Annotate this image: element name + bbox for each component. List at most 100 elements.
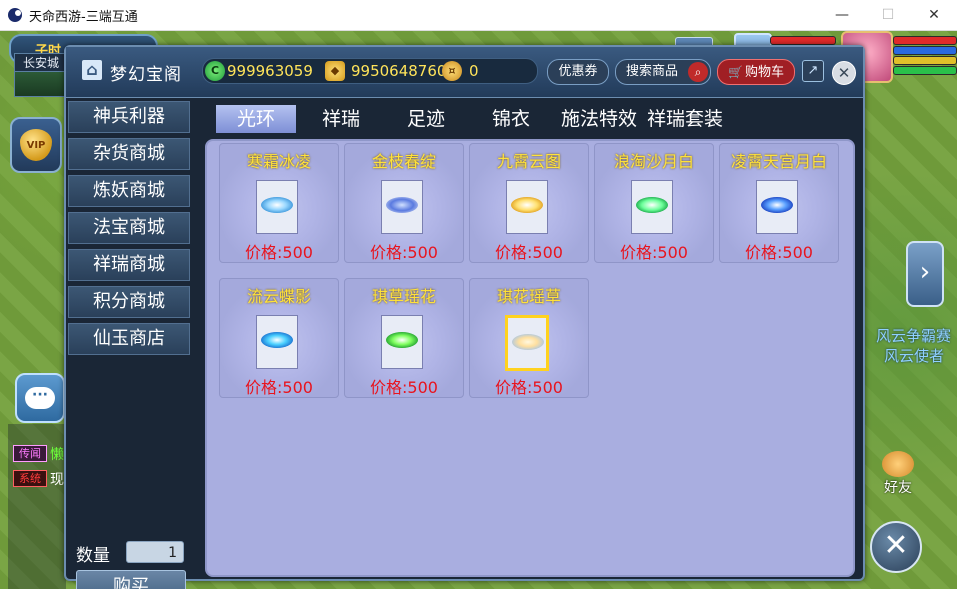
halo-icon (512, 334, 544, 350)
category-item[interactable]: 杂货商城 (68, 138, 190, 170)
item-price: 价格:500 (495, 243, 563, 262)
item-slot[interactable] (381, 180, 423, 234)
tab-outfit[interactable]: 锦衣 (466, 105, 556, 133)
item-slot[interactable] (506, 180, 548, 234)
search-label: 搜索商品 (626, 64, 679, 79)
item-card[interactable]: 凌霄天宫月白 价格:500 (719, 143, 839, 263)
halo-icon (261, 197, 293, 213)
player-hp-bar (893, 36, 957, 45)
shop-close-button[interactable]: ✕ (832, 61, 856, 85)
search-button[interactable]: 搜索商品 ⌕ (615, 59, 711, 85)
expand-arrow-icon[interactable]: › (906, 241, 944, 307)
search-icon: ⌕ (688, 62, 708, 82)
item-slot[interactable] (256, 180, 298, 234)
coupon-button[interactable]: 优惠券 (547, 59, 609, 85)
buy-button[interactable]: 购买 (76, 570, 186, 589)
category-item[interactable]: 祥瑞商城 (68, 249, 190, 281)
vip-shield-icon: VIP (20, 129, 52, 161)
tab-halo[interactable]: 光环 (216, 105, 296, 133)
chat-message: 懒 (50, 447, 64, 463)
vip-button[interactable]: VIP (10, 117, 62, 173)
item-price: 价格:500 (620, 243, 688, 262)
quantity-input[interactable]: 1 (126, 541, 184, 563)
coin-balance: 0 (469, 62, 479, 80)
category-sidebar: 神兵利器 杂货商城 炼妖商城 法宝商城 祥瑞商城 积分商城 仙玉商店 数量 1 … (68, 101, 192, 589)
halo-icon (261, 332, 293, 348)
window-titlebar: 天命西游-三端互通 — ☐ ✕ (0, 0, 957, 31)
category-item[interactable]: 炼妖商城 (68, 175, 190, 207)
tab-footprint[interactable]: 足迹 (386, 105, 466, 133)
window-controls: — ☐ ✕ (819, 0, 957, 30)
ticket-balance: 9950648760 (351, 62, 447, 80)
item-slot[interactable] (756, 180, 798, 234)
category-item[interactable]: 仙玉商店 (68, 323, 190, 355)
player-exp-bar (893, 66, 957, 75)
item-card[interactable]: 九霄云图 价格:500 (469, 143, 589, 263)
tab-auspicious[interactable]: 祥瑞 (296, 105, 386, 133)
close-window-button[interactable]: ✕ (911, 0, 957, 30)
maximize-button[interactable]: ☐ (865, 0, 911, 30)
currency-bar: C 999963059 ◆ 9950648760 ¤ 0 (202, 58, 538, 84)
item-card[interactable]: 寒霜冰凌 价格:500 (219, 143, 339, 263)
friends-button[interactable]: 好友 (876, 451, 920, 497)
item-price: 价格:500 (745, 243, 813, 262)
item-card[interactable]: 琪草瑶花 价格:500 (344, 278, 464, 398)
npc-title: 风云使者 (884, 347, 945, 365)
item-slot[interactable] (631, 180, 673, 234)
cart-icon: 🛒 (728, 65, 743, 79)
coin-icon: ¤ (442, 61, 462, 81)
player-sp-bar (893, 56, 957, 65)
halo-icon (636, 197, 668, 213)
tab-auspicious-set[interactable]: 祥瑞套装 (642, 105, 728, 133)
minimap-icon[interactable] (14, 71, 66, 97)
chat-message: 现 (50, 472, 64, 488)
chat-button[interactable]: ··· (15, 373, 65, 423)
friends-label: 好友 (884, 480, 912, 496)
cart-label: 购物车 (744, 65, 784, 80)
category-item[interactable]: 积分商城 (68, 286, 190, 318)
handshake-icon (882, 451, 914, 477)
category-item[interactable]: 神兵利器 (68, 101, 190, 133)
halo-icon (761, 197, 793, 213)
item-card[interactable]: 金枝春绽 价格:500 (344, 143, 464, 263)
item-card[interactable]: 琪花瑶草 价格:500 (469, 278, 589, 398)
window-title: 天命西游-三端互通 (29, 9, 138, 25)
jade-icon: C (205, 61, 225, 81)
halo-icon (386, 332, 418, 348)
item-card[interactable]: 浪淘沙月白 价格:500 (594, 143, 714, 263)
gift-icon: ⌂ (82, 60, 102, 80)
item-price: 价格:500 (245, 378, 313, 397)
quantity-label: 数量 (76, 546, 110, 566)
item-price: 价格:500 (495, 378, 563, 397)
cart-button[interactable]: 🛒 购物车 (717, 59, 795, 85)
jade-balance: 999963059 (227, 62, 313, 80)
npc-name: 风云争霸赛 (876, 327, 952, 345)
location-label[interactable]: 长安城 (14, 53, 68, 73)
item-name: 九霄云图 (496, 152, 561, 171)
item-slot[interactable] (256, 315, 298, 369)
game-viewport: 子时 长安城 VIP ··· 传闻 懒 系统 现 › 风云争霸赛 风云使者 好友… (0, 31, 957, 589)
category-item[interactable]: 法宝商城 (68, 212, 190, 244)
item-slot-selected[interactable] (505, 315, 549, 371)
item-name: 琪草瑶花 (371, 287, 436, 306)
item-name: 凌霄天宫月白 (730, 152, 827, 171)
item-name: 流云蝶影 (246, 287, 311, 306)
minimize-button[interactable]: — (819, 0, 865, 30)
item-price: 价格:500 (370, 378, 438, 397)
item-name: 浪淘沙月白 (613, 152, 694, 171)
chat-tag-rumor: 传闻 (13, 445, 47, 462)
halo-icon (386, 197, 418, 213)
chat-tag-system: 系统 (13, 470, 47, 487)
halo-icon (511, 197, 543, 213)
tab-bar: 光环 祥瑞 足迹 锦衣 施法特效 祥瑞套装 (216, 105, 756, 133)
shop-window: ⌂ 梦幻宝阁 C 999963059 ◆ 9950648760 ¤ 0 优惠券 … (64, 45, 865, 589)
shop-title: 梦幻宝阁 (110, 65, 182, 85)
pet-hp-bar (770, 36, 836, 45)
player-mp-bar (893, 46, 957, 55)
item-slot[interactable] (381, 315, 423, 369)
share-icon[interactable]: ↗ (802, 60, 824, 82)
app-icon (8, 8, 22, 22)
item-card[interactable]: 流云蝶影 价格:500 (219, 278, 339, 398)
close-menu-button[interactable]: ✕ (870, 521, 922, 573)
tab-spell-effects[interactable]: 施法特效 (556, 105, 642, 133)
